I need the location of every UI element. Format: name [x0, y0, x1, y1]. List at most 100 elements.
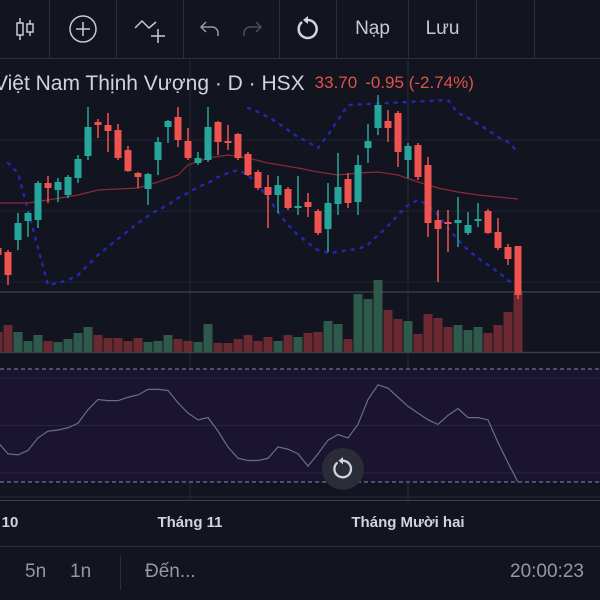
- range-1d-button[interactable]: 1n: [70, 561, 91, 583]
- volume-bar: [303, 333, 313, 352]
- candle-body: [444, 222, 452, 224]
- candle-body: [204, 127, 212, 160]
- volume-bar: [473, 327, 483, 352]
- volume-bar: [323, 321, 333, 352]
- candle-body: [184, 141, 192, 158]
- candle-body: [224, 141, 232, 143]
- volume-bar: [173, 339, 183, 352]
- candle-body: [354, 165, 362, 202]
- volume-bar: [63, 339, 73, 352]
- candle-body: [514, 246, 522, 295]
- candle-body: [404, 146, 412, 160]
- candle-body: [64, 177, 72, 195]
- candle-body: [144, 174, 152, 189]
- volume-bar: [43, 341, 53, 352]
- candle-body: [164, 121, 172, 127]
- candle-body: [34, 183, 42, 220]
- candle-body: [504, 247, 512, 259]
- volume-bar: [293, 337, 303, 352]
- volume-bar: [353, 294, 363, 352]
- volume-bar: [443, 327, 453, 352]
- bottom-divider: [120, 556, 121, 590]
- volume-bar: [143, 342, 153, 352]
- go-to-date-button[interactable]: Đến...: [145, 561, 196, 583]
- bottom-bar: 5n 1n Đến... 20:00:23: [0, 546, 600, 600]
- candle-body: [24, 213, 32, 221]
- candle-body: [394, 113, 402, 152]
- volume-bar: [503, 312, 513, 352]
- volume-bar: [33, 335, 43, 352]
- volume-bar: [233, 339, 243, 352]
- candle-body: [174, 117, 182, 140]
- candle-body: [324, 203, 332, 229]
- volume-bar: [103, 338, 113, 352]
- reset-icon: [333, 457, 353, 479]
- candle-body: [44, 183, 52, 188]
- volume-bar: [343, 339, 353, 352]
- time-label: 10: [1, 514, 19, 531]
- candle-body: [254, 172, 262, 188]
- volume-bar: [413, 334, 423, 352]
- candle-body: [54, 182, 62, 190]
- volume-bar: [73, 333, 83, 352]
- volume-bar: [153, 341, 163, 352]
- volume-bar: [363, 299, 373, 352]
- time-label: Tháng 11: [157, 514, 223, 531]
- candle-body: [134, 173, 142, 177]
- last-price: 33.70: [314, 73, 358, 92]
- volume-bar: [113, 338, 123, 352]
- candle-body: [14, 223, 22, 240]
- candle-body: [344, 179, 352, 203]
- candle-body: [124, 150, 132, 171]
- time-axis[interactable]: 10 Tháng 11 Tháng Mười hai: [0, 500, 600, 547]
- volume-bar: [213, 343, 223, 352]
- candle-body: [234, 134, 242, 158]
- upper-band-line: [246, 98, 520, 154]
- volume-bar: [333, 324, 343, 352]
- volume-bar: [263, 337, 273, 352]
- candle-body: [104, 125, 112, 131]
- volume-bar: [83, 327, 93, 352]
- candle-body: [4, 252, 12, 275]
- volume-bar: [483, 333, 493, 352]
- candle-body: [274, 185, 282, 195]
- scroll-to-latest-button[interactable]: [322, 448, 364, 490]
- volume-bar: [163, 335, 173, 352]
- volume-bar: [383, 310, 393, 352]
- volume-bar: [53, 342, 63, 352]
- candle-body: [284, 189, 292, 208]
- candle-body: [94, 122, 102, 125]
- volume-bar: [463, 330, 473, 352]
- range-5d-button[interactable]: 5n: [25, 561, 46, 583]
- volume-bar: [423, 314, 433, 352]
- candle-body: [424, 165, 432, 223]
- candle-body: [434, 220, 442, 229]
- volume-bar: [123, 341, 133, 352]
- volume-bar: [243, 335, 253, 352]
- volume-bar: [313, 332, 323, 352]
- candle-body: [214, 122, 222, 142]
- candle-body: [314, 211, 322, 233]
- candle-body: [264, 187, 272, 195]
- volume-bar: [23, 341, 33, 352]
- volume-bar: [373, 280, 383, 352]
- volume-bar: [493, 325, 503, 352]
- volume-bar: [283, 335, 293, 352]
- candle-body: [364, 141, 372, 148]
- candle-body: [494, 232, 502, 248]
- candle-body: [414, 145, 422, 177]
- volume-bar: [273, 341, 283, 352]
- volume-bar: [223, 343, 233, 352]
- symbol-legend: Việt Nam Thịnh Vượng · D · HSX 33.70 -0.95…: [0, 72, 474, 96]
- candle-body: [304, 202, 312, 207]
- volume-bar: [183, 341, 193, 352]
- volume-bar: [133, 338, 143, 352]
- candle-body: [384, 121, 392, 128]
- candle-body: [464, 225, 472, 233]
- volume-bar: [203, 324, 213, 352]
- candle-body: [154, 142, 162, 160]
- candle-body: [334, 187, 342, 204]
- volume-bar: [513, 293, 523, 352]
- volume-bar: [453, 325, 463, 352]
- volume-bar: [403, 321, 413, 352]
